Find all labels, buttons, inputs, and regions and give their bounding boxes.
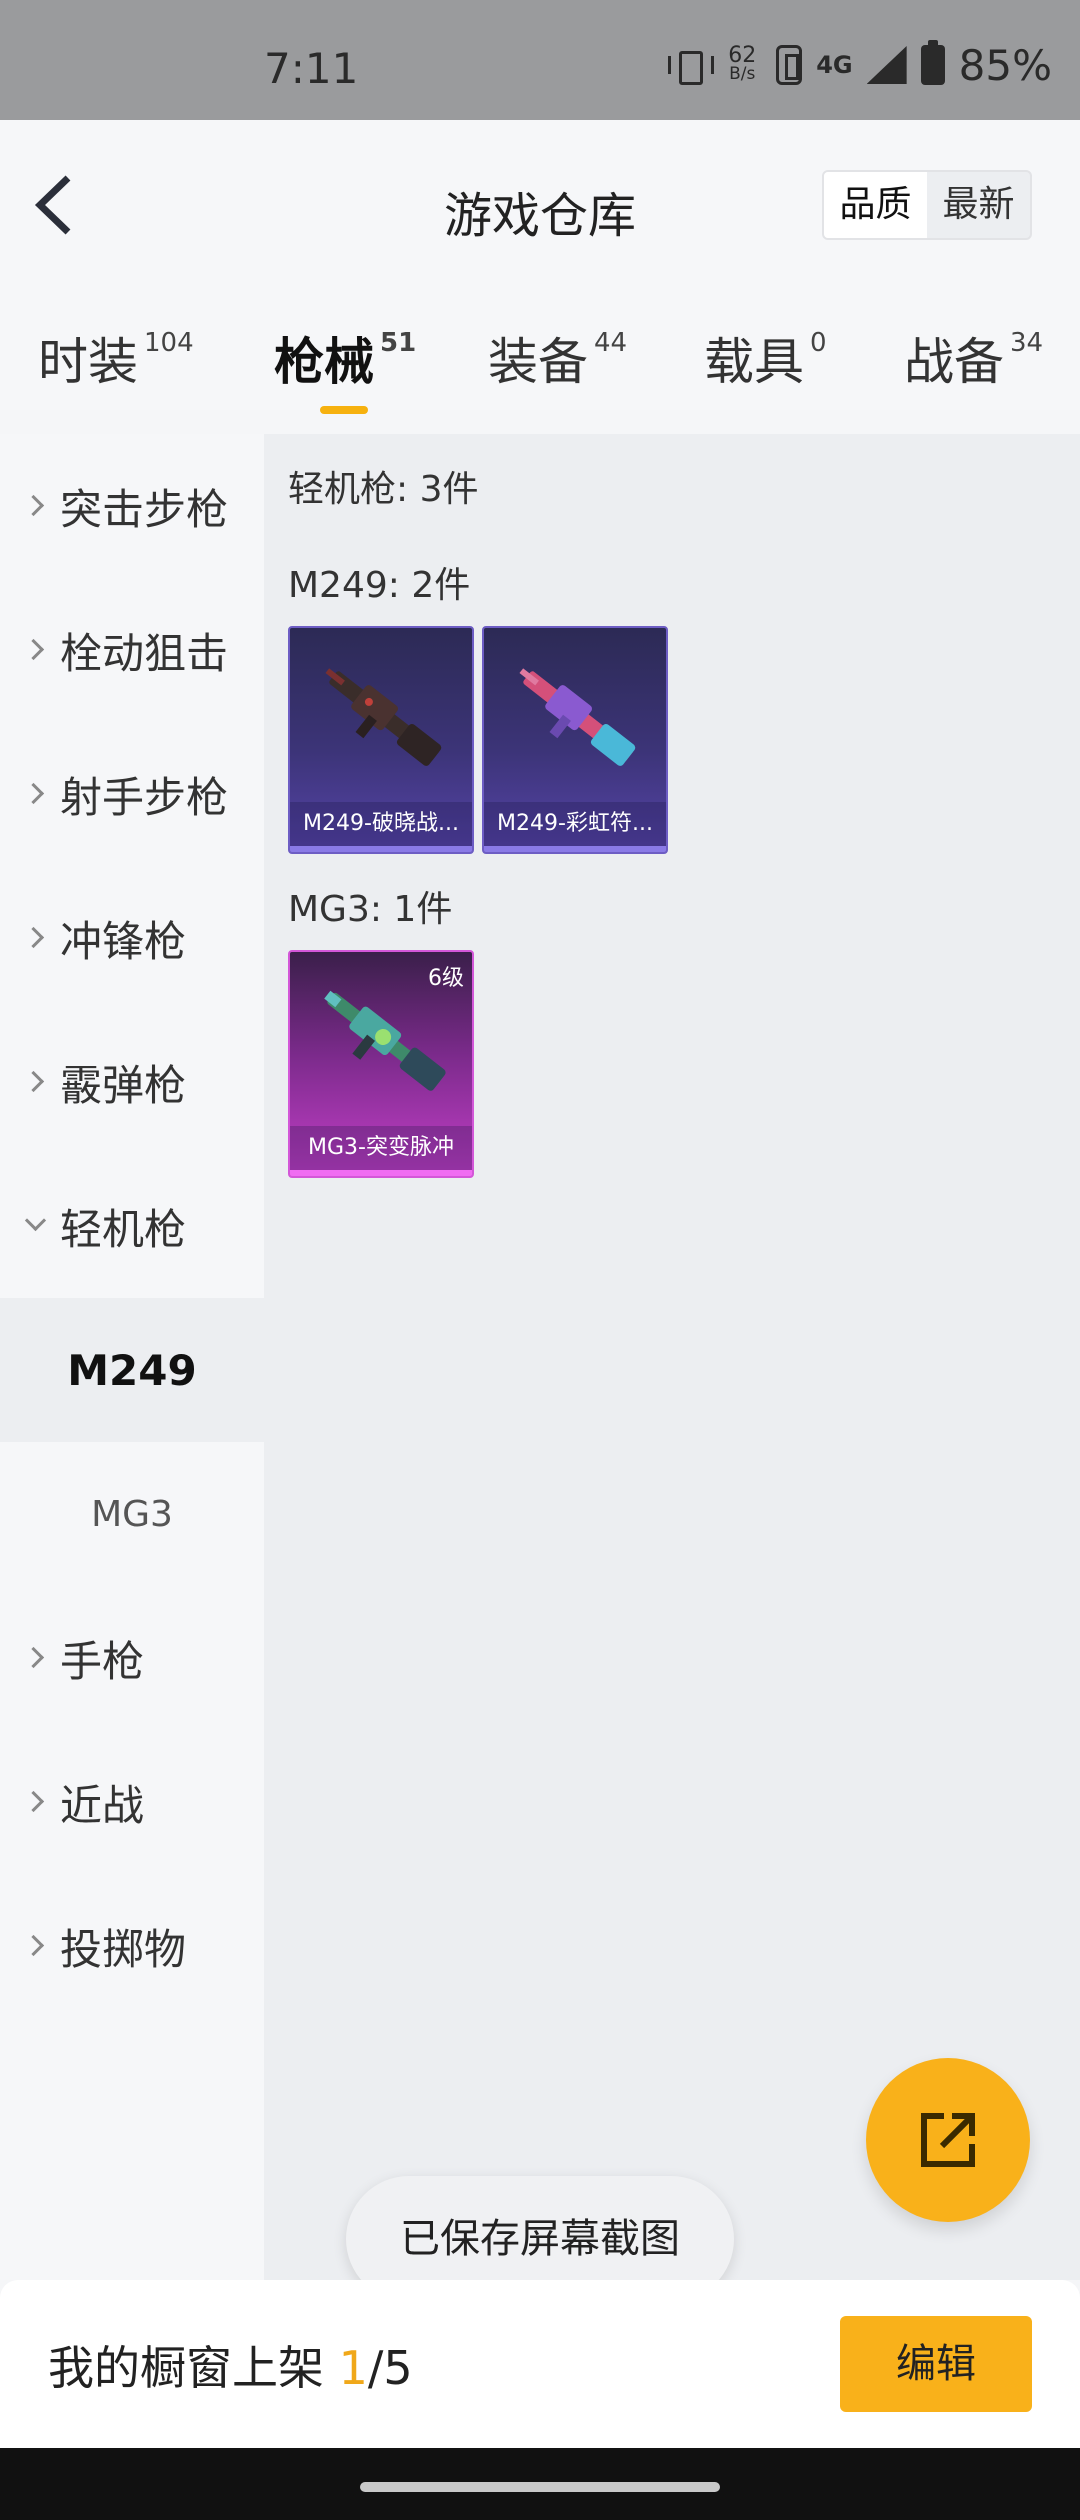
- bottom-bar: 我的橱窗上架 1/5 编辑: [0, 2280, 1080, 2448]
- tab-count: 104: [144, 328, 194, 358]
- sidebar-item-label: 射手步枪: [60, 772, 229, 822]
- sidebar-item-label: 冲锋枪: [60, 916, 187, 966]
- showcase-current: 1: [338, 2341, 368, 2395]
- sidebar-item-bolt-sniper[interactable]: 栓动狙击: [0, 578, 264, 722]
- chevron-down-icon: [24, 1211, 54, 1241]
- edit-button[interactable]: 编辑: [840, 2316, 1032, 2412]
- tab-count: 51: [380, 328, 417, 358]
- system-nav-bar: [0, 2448, 1080, 2520]
- sort-option-newest[interactable]: 最新: [927, 172, 1030, 238]
- net-speed-unit: B/s: [729, 64, 756, 84]
- chevron-right-icon: [24, 1643, 54, 1673]
- sort-option-quality[interactable]: 品质: [824, 172, 927, 238]
- battery-icon: [920, 40, 945, 85]
- chevron-right-icon: [24, 635, 54, 665]
- chevron-right-icon: [24, 779, 54, 809]
- category-summary: 轻机枪: 3件: [288, 469, 479, 510]
- sidebar-item-label: 霰弹枪: [60, 1060, 187, 1110]
- vibrate-icon: [668, 48, 715, 85]
- sidebar-item-throwables[interactable]: 投掷物: [0, 1874, 264, 2018]
- m249-gun-icon: [325, 668, 442, 766]
- sort-toggle[interactable]: 品质 最新: [822, 170, 1032, 240]
- rarity-bar: [290, 1170, 472, 1176]
- sidebar-item-label: 手枪: [60, 1636, 145, 1686]
- sidebar-subitem-m249[interactable]: M249: [0, 1298, 264, 1442]
- battery-percent: 85%: [958, 40, 1052, 90]
- tab-label: 载具: [704, 333, 804, 391]
- tab-label: 枪械: [274, 333, 374, 391]
- network-type: 4G: [816, 51, 853, 79]
- rarity-bar: [290, 846, 472, 852]
- group-label-m249: M249: 2件: [288, 565, 471, 606]
- chevron-right-icon: [24, 1931, 54, 1961]
- category-tabs: 时装 104 枪械 51 装备 44 载具 0 战备 34: [0, 310, 1080, 414]
- sidebar-item-shotgun[interactable]: 霰弹枪: [0, 1010, 264, 1154]
- item-card[interactable]: M249-破晓战...: [288, 626, 474, 854]
- item-level-badge: 6级: [428, 966, 464, 991]
- share-fab-button[interactable]: [866, 2058, 1030, 2222]
- signal-icon: [866, 46, 907, 84]
- chevron-right-icon: [24, 923, 54, 953]
- sidebar-item-label: 轻机枪: [60, 1204, 187, 1254]
- sidebar-subitem-mg3[interactable]: MG3: [0, 1442, 264, 1586]
- status-icons: 62 B/s 4G 85%: [668, 40, 1052, 90]
- item-name: M249-破晓战...: [290, 802, 472, 846]
- tab-count: 34: [1010, 328, 1044, 358]
- sidebar-item-marksman-rifle[interactable]: 射手步枪: [0, 722, 264, 866]
- showcase-label: 我的橱窗上架: [48, 2341, 324, 2395]
- tab-equipment[interactable]: 装备 44: [488, 322, 627, 394]
- showcase-status: 我的橱窗上架 1/5: [48, 2332, 413, 2398]
- sidebar-item-pistol[interactable]: 手枪: [0, 1586, 264, 1730]
- home-indicator[interactable]: [360, 2482, 720, 2492]
- showcase-total: /5: [367, 2341, 413, 2395]
- m249-gun-icon: [519, 668, 636, 766]
- tab-supplies[interactable]: 战备 34: [904, 322, 1043, 394]
- item-card[interactable]: 6级 MG3-突变脉冲: [288, 950, 474, 1178]
- tab-vehicles[interactable]: 载具 0: [704, 322, 827, 394]
- group-label-mg3: MG3: 1件: [288, 889, 453, 930]
- chevron-right-icon: [24, 491, 54, 521]
- item-grid-area: 轻机枪: 3件 M249: 2件 M249-破晓战... M249-彩虹符...…: [264, 434, 1080, 2280]
- status-time: 7:11: [264, 44, 359, 93]
- mg3-gun-icon: [324, 990, 446, 1091]
- item-name: M249-彩虹符...: [484, 802, 666, 846]
- sidebar-item-lmg[interactable]: 轻机枪: [0, 1154, 264, 1298]
- share-external-icon: [921, 2113, 975, 2167]
- status-bar: 7:11 62 B/s 4G 85%: [0, 0, 1080, 120]
- rarity-bar: [484, 846, 666, 852]
- tab-firearms[interactable]: 枪械 51: [274, 322, 417, 414]
- sidebar-item-assault-rifle[interactable]: 突击步枪: [0, 434, 264, 578]
- weapon-category-sidebar: 突击步枪 栓动狙击 射手步枪 冲锋枪 霰弹枪 轻机枪 M249 MG3 手枪 近…: [0, 434, 264, 2280]
- tab-label: 时装: [38, 333, 138, 391]
- chevron-right-icon: [24, 1787, 54, 1817]
- sidebar-item-label: 投掷物: [60, 1924, 187, 1974]
- sidebar-item-smg[interactable]: 冲锋枪: [0, 866, 264, 1010]
- hd-icon: [776, 45, 803, 85]
- tab-count: 0: [810, 328, 827, 358]
- tab-label: 装备: [488, 333, 588, 391]
- sidebar-item-label: 突击步枪: [60, 484, 229, 534]
- tab-count: 44: [594, 328, 628, 358]
- sidebar-item-label: 近战: [60, 1780, 145, 1830]
- tab-fashion[interactable]: 时装 104: [38, 322, 194, 394]
- net-speed-value: 62: [728, 43, 757, 68]
- sidebar-item-label: 栓动狙击: [60, 628, 229, 678]
- sidebar-item-melee[interactable]: 近战: [0, 1730, 264, 1874]
- net-speed: 62 B/s: [722, 43, 762, 84]
- chevron-right-icon: [24, 1067, 54, 1097]
- item-name: MG3-突变脉冲: [290, 1126, 472, 1170]
- item-card[interactable]: M249-彩虹符...: [482, 626, 668, 854]
- tab-label: 战备: [904, 333, 1004, 391]
